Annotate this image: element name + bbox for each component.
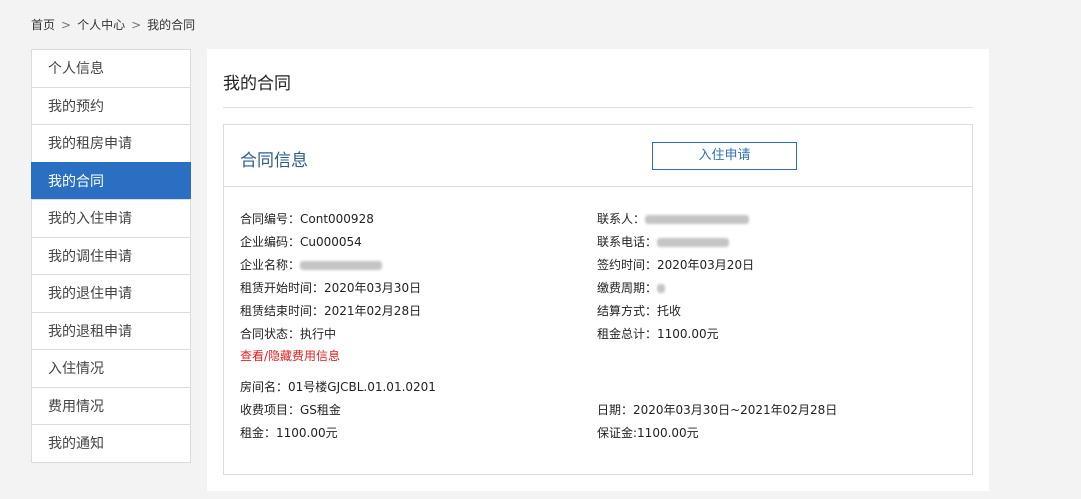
sidebar-item-my-notifications[interactable]: 我的通知: [31, 424, 191, 463]
sidebar-item-personal-info[interactable]: 个人信息: [31, 49, 191, 88]
breadcrumb-separator: >: [61, 18, 72, 32]
move-in-apply-button[interactable]: 入住申请: [652, 142, 797, 170]
contact-person-label: 联系人：: [597, 212, 646, 226]
sidebar-nav: 个人信息 我的预约 我的租房申请 我的合同 我的入住申请 我的调住申请 我的退住…: [31, 49, 191, 463]
redacted-value: [300, 261, 383, 270]
contact-phone: 联系电话：: [597, 233, 730, 250]
card-title: 合同信息: [240, 151, 308, 171]
company-code: 企业编码：Cu000054: [240, 235, 362, 249]
sidebar-item-transfer-applications[interactable]: 我的调住申请: [31, 236, 191, 275]
sign-date: 签约时间：2020年03月20日: [597, 258, 755, 272]
main-panel: 我的合同 合同信息 入住申请 合同编号：Cont000928 企业编码：Cu00…: [207, 49, 989, 491]
sidebar-item-my-contracts[interactable]: 我的合同: [31, 161, 191, 200]
rent-amount: 租金：1100.00元: [240, 426, 338, 440]
date-range: 日期：2020年03月30日~2021年02月28日: [597, 403, 838, 417]
redacted-value: [657, 238, 730, 247]
title-divider: [223, 107, 973, 108]
room-name: 房间名：01号楼GJCBL.01.01.0201: [240, 380, 436, 394]
sidebar-item-move-out-applications[interactable]: 我的退住申请: [31, 274, 191, 313]
breadcrumb-home[interactable]: 首页: [31, 18, 55, 32]
card-header: 合同信息 入住申请: [224, 125, 972, 187]
sidebar-item-fee-status[interactable]: 费用情况: [31, 386, 191, 425]
company-name-label: 企业名称：: [240, 258, 301, 272]
sidebar-item-move-in-applications[interactable]: 我的入住申请: [31, 199, 191, 238]
sidebar-item-rental-applications[interactable]: 我的租房申请: [31, 124, 191, 163]
contact-person: 联系人：: [597, 210, 750, 227]
sidebar-item-lease-termination-applications[interactable]: 我的退租申请: [31, 311, 191, 350]
contact-phone-label: 联系电话：: [597, 235, 658, 249]
payment-cycle-label: 缴费周期：: [597, 281, 658, 295]
rent-total: 租金总计：1100.00元: [597, 327, 719, 341]
lease-start: 租赁开始时间：2020年03月30日: [240, 281, 422, 295]
breadcrumb: 首页 > 个人中心 > 我的合同: [31, 16, 195, 33]
contract-info-card: 合同信息 入住申请 合同编号：Cont000928 企业编码：Cu000054 …: [223, 124, 973, 475]
deposit: 保证金:1100.00元: [597, 426, 699, 440]
redacted-value: [645, 215, 750, 224]
fee-item: 收费项目：GS租金: [240, 403, 341, 417]
sidebar-item-my-reservations[interactable]: 我的预约: [31, 86, 191, 125]
contract-number: 合同编号：Cont000928: [240, 212, 374, 226]
company-name: 企业名称：: [240, 256, 383, 273]
breadcrumb-center[interactable]: 个人中心: [77, 18, 125, 32]
contract-status: 合同状态：执行中: [240, 327, 337, 341]
toggle-fee-info-link[interactable]: 查看/隐藏费用信息: [240, 347, 340, 364]
payment-cycle: 缴费周期：: [597, 279, 666, 296]
sidebar-item-occupancy-status[interactable]: 入住情况: [31, 349, 191, 388]
page-title: 我的合同: [223, 74, 291, 94]
settlement-method: 结算方式：托收: [597, 304, 682, 318]
breadcrumb-current: 我的合同: [147, 18, 196, 32]
breadcrumb-separator: >: [131, 18, 142, 32]
redacted-value: [657, 284, 666, 293]
lease-end: 租赁结束时间：2021年02月28日: [240, 304, 422, 318]
